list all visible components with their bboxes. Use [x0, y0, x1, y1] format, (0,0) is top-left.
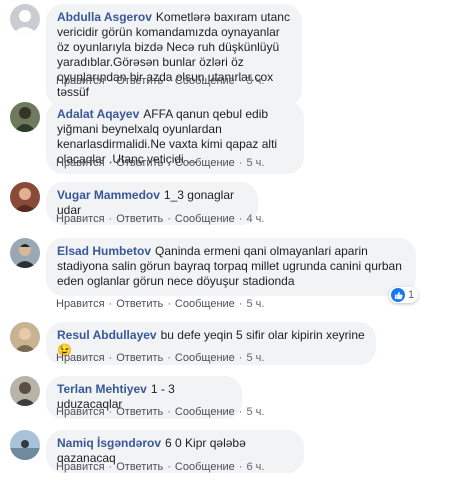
- timestamp[interactable]: 5 ч.: [246, 157, 264, 169]
- like-link[interactable]: Нравится: [56, 213, 105, 225]
- avatar[interactable]: [10, 376, 40, 406]
- comment-actions: Нравится · Ответить · Сообщение · 3 ч.: [56, 75, 265, 87]
- message-link[interactable]: Сообщение: [175, 352, 235, 364]
- message-link[interactable]: Сообщение: [175, 157, 235, 169]
- comment-bubble: Abdulla Asgerov Kometlərə baxıram utanc v…: [46, 4, 302, 107]
- like-link[interactable]: Нравится: [56, 352, 105, 364]
- timestamp[interactable]: 5 ч.: [246, 406, 264, 418]
- reply-link[interactable]: Ответить: [116, 213, 163, 225]
- comment-author[interactable]: Adalat Aqayev: [57, 107, 139, 121]
- comment-author[interactable]: Vugar Mammedov: [57, 188, 160, 202]
- message-link[interactable]: Сообщение: [175, 298, 235, 310]
- comment-author[interactable]: Resul Abdullayev: [57, 328, 157, 342]
- comment-actions: Нравится · Ответить · Сообщение · 5 ч.: [56, 157, 265, 169]
- timestamp[interactable]: 3 ч.: [246, 75, 264, 87]
- comment-author[interactable]: Elsad Humbetov: [57, 244, 151, 258]
- reply-link[interactable]: Ответить: [116, 352, 163, 364]
- like-icon: [391, 288, 405, 302]
- avatar[interactable]: [10, 182, 40, 212]
- avatar[interactable]: [10, 102, 40, 132]
- reply-link[interactable]: Ответить: [116, 157, 163, 169]
- reaction-count[interactable]: 1: [389, 287, 419, 303]
- comment-actions: Нравится · Ответить · Сообщение · 5 ч.: [56, 298, 265, 310]
- like-link[interactable]: Нравится: [56, 75, 105, 87]
- message-link[interactable]: Сообщение: [175, 406, 235, 418]
- like-link[interactable]: Нравится: [56, 461, 105, 473]
- like-link[interactable]: Нравится: [56, 298, 105, 310]
- comment-author[interactable]: Namiq İsgəndərov: [57, 436, 161, 450]
- timestamp[interactable]: 6 ч.: [246, 461, 264, 473]
- reply-link[interactable]: Ответить: [116, 75, 163, 87]
- comment-bubble: Elsad Humbetov Qaninda ermeni qani olmaya…: [46, 238, 416, 296]
- reaction-count-value: 1: [408, 289, 415, 301]
- like-link[interactable]: Нравится: [56, 157, 105, 169]
- avatar[interactable]: [10, 322, 40, 352]
- reply-link[interactable]: Ответить: [116, 461, 163, 473]
- timestamp[interactable]: 5 ч.: [246, 298, 264, 310]
- message-link[interactable]: Сообщение: [175, 75, 235, 87]
- comment-actions: Нравится · Ответить · Сообщение · 5 ч.: [56, 406, 265, 418]
- reply-link[interactable]: Ответить: [116, 406, 163, 418]
- reply-link[interactable]: Ответить: [116, 298, 163, 310]
- timestamp[interactable]: 4 ч.: [246, 213, 264, 225]
- comment-actions: Нравится · Ответить · Сообщение · 6 ч.: [56, 461, 265, 473]
- comment-actions: Нравится · Ответить · Сообщение · 4 ч.: [56, 213, 265, 225]
- avatar[interactable]: [10, 430, 40, 460]
- timestamp[interactable]: 5 ч.: [246, 352, 264, 364]
- avatar[interactable]: [10, 238, 40, 268]
- comment-actions: Нравится · Ответить · Сообщение · 5 ч.: [56, 352, 265, 364]
- message-link[interactable]: Сообщение: [175, 213, 235, 225]
- message-link[interactable]: Сообщение: [175, 461, 235, 473]
- avatar[interactable]: [10, 4, 40, 34]
- like-link[interactable]: Нравится: [56, 406, 105, 418]
- comment-author[interactable]: Terlan Mehtiyev: [57, 382, 147, 396]
- comment-author[interactable]: Abdulla Asgerov: [57, 10, 152, 24]
